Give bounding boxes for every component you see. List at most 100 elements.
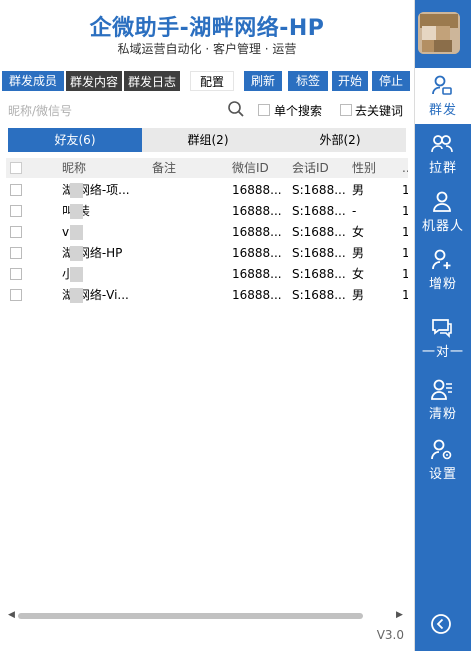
- row-checkbox[interactable]: [10, 268, 22, 280]
- cell-extra: 1: [402, 204, 408, 218]
- version-label: V3.0: [376, 628, 404, 642]
- cell-extra: 1: [402, 246, 408, 260]
- user-settings-icon: [431, 439, 452, 460]
- col-wxid[interactable]: 微信ID: [232, 158, 269, 178]
- sidebar-item-pull-group[interactable]: 拉群: [415, 126, 471, 182]
- keyword-label: 去关键词: [355, 104, 404, 118]
- table-row[interactable]: 湖 网络-项... 16888... S:1688... 男 1: [6, 180, 408, 201]
- cell-gender: 男: [352, 288, 365, 302]
- keyword-checkbox[interactable]: [340, 104, 352, 116]
- cell-session: S:1688...: [292, 288, 346, 302]
- search-input[interactable]: [6, 98, 250, 124]
- config-button[interactable]: 配置: [190, 71, 234, 91]
- chat-icon: [432, 319, 452, 338]
- tags-button[interactable]: 标签: [288, 71, 328, 91]
- group-icon: [431, 135, 453, 153]
- toolbar: 群发成员 群发内容 群发日志 配置 刷新 标签 开始 停止: [0, 68, 414, 92]
- table-row[interactable]: 小 16888... S:1688... 女 1: [6, 264, 408, 285]
- col-session[interactable]: 会话ID: [292, 158, 329, 178]
- cell-wxid: 16888...: [232, 288, 282, 302]
- main-panel: 企微助手-湖畔网络-HP 私域运营自动化 · 客户管理 · 运营 群发成员 群发…: [0, 0, 415, 651]
- tab-groups[interactable]: 群组(2): [142, 128, 274, 152]
- cell-session: S:1688...: [292, 246, 346, 260]
- user-broadcast-icon: [432, 75, 452, 95]
- tab-members[interactable]: 群发成员: [2, 71, 64, 91]
- cell-gender: 男: [352, 183, 365, 197]
- table-row[interactable]: v 16888... S:1688... 女 1: [6, 222, 408, 243]
- tab-log[interactable]: 群发日志: [124, 71, 180, 91]
- app-title: 企微助手-湖畔网络-HP: [89, 16, 325, 41]
- cell-session: S:1688...: [292, 267, 346, 281]
- cell-extra: 1: [402, 267, 408, 281]
- col-remark[interactable]: 备注: [152, 158, 176, 178]
- sidebar-label: 一对一: [421, 345, 464, 360]
- table-row[interactable]: 叫 装 16888... S:1688... -1: [6, 201, 408, 222]
- sidebar-label: 增粉: [428, 277, 457, 292]
- sidebar-label: 清粉: [428, 407, 457, 422]
- sidebar-item-robot[interactable]: 机器人: [415, 184, 471, 240]
- blurred-name-mask: [70, 225, 83, 240]
- row-checkbox[interactable]: [10, 205, 22, 217]
- search-row: 单个搜索 去关键词: [0, 96, 414, 124]
- app-subtitle: 私域运营自动化 · 客户管理 · 运营: [117, 42, 297, 56]
- blurred-name-mask: [70, 267, 83, 282]
- cell-extra: 1: [402, 183, 408, 197]
- row-checkbox[interactable]: [10, 184, 22, 196]
- sidebar: 群发 拉群 机器人 增粉 一对一 清粉 设置: [415, 0, 471, 651]
- sidebar-item-broadcast[interactable]: 群发: [415, 68, 471, 124]
- blurred-name-mask: [70, 183, 83, 198]
- table-row[interactable]: 湖 网络-HP 16888... S:1688... 男 1: [6, 243, 408, 264]
- collapse-icon[interactable]: [429, 612, 453, 636]
- cell-extra: 1: [402, 225, 408, 239]
- sidebar-item-settings[interactable]: 设置: [415, 432, 471, 488]
- cell-wxid: 16888...: [232, 267, 282, 281]
- cell-nickname: v: [62, 225, 70, 239]
- cell-wxid: 16888...: [232, 225, 282, 239]
- tab-friends[interactable]: 好友(6): [8, 128, 142, 152]
- cell-gender: 女: [352, 225, 365, 239]
- tab-external[interactable]: 外部(2): [274, 128, 406, 152]
- cell-gender: -: [352, 204, 357, 218]
- cell-session: S:1688...: [292, 204, 346, 218]
- cell-session: S:1688...: [292, 183, 346, 197]
- tab-content[interactable]: 群发内容: [66, 71, 122, 91]
- avatar[interactable]: [418, 12, 460, 54]
- cell-session: S:1688...: [292, 225, 346, 239]
- sidebar-label: 机器人: [421, 219, 464, 234]
- robot-user-icon: [433, 191, 451, 212]
- col-gender[interactable]: 性别: [352, 158, 376, 178]
- cell-wxid: 16888...: [232, 246, 282, 260]
- row-checkbox[interactable]: [10, 289, 22, 301]
- stop-button[interactable]: 停止: [372, 71, 410, 91]
- select-all-checkbox[interactable]: [10, 162, 22, 174]
- start-button[interactable]: 开始: [332, 71, 368, 91]
- scroll-left-icon[interactable]: ◀: [8, 610, 15, 620]
- table-header: 昵称 备注 微信ID 会话ID 性别 ...: [6, 158, 408, 178]
- row-checkbox[interactable]: [10, 247, 22, 259]
- sidebar-item-one-on-one[interactable]: 一对一: [415, 310, 471, 366]
- blurred-name-mask: [70, 288, 83, 303]
- search-icon[interactable]: [227, 100, 245, 118]
- single-search-label: 单个搜索: [274, 104, 323, 118]
- scroll-right-icon[interactable]: ▶: [396, 610, 403, 620]
- single-search-checkbox[interactable]: [258, 104, 270, 116]
- col-nickname[interactable]: 昵称: [62, 158, 86, 178]
- scroll-thumb[interactable]: [18, 613, 363, 619]
- refresh-button[interactable]: 刷新: [244, 71, 282, 91]
- horizontal-scrollbar[interactable]: ◀ ▶: [6, 609, 408, 623]
- cell-wxid: 16888...: [232, 183, 282, 197]
- contact-type-tabs: 好友(6) 群组(2) 外部(2): [8, 128, 406, 152]
- sidebar-item-add-fans[interactable]: 增粉: [415, 242, 471, 298]
- user-list-icon: [431, 379, 452, 400]
- app-header: 企微助手-湖畔网络-HP 私域运营自动化 · 客户管理 · 运营: [0, 0, 414, 66]
- sidebar-label: 拉群: [428, 161, 457, 176]
- contacts-table: 昵称 备注 微信ID 会话ID 性别 ... 湖 网络-项...16888...…: [6, 158, 408, 608]
- sidebar-item-clean-fans[interactable]: 清粉: [415, 372, 471, 428]
- cell-extra: 1: [402, 288, 408, 302]
- table-row[interactable]: 湖 网络-Vi... 16888... S:1688... 男 1: [6, 285, 408, 306]
- sidebar-label: 群发: [428, 103, 457, 118]
- col-more[interactable]: ...: [402, 158, 408, 178]
- sidebar-label: 设置: [428, 467, 457, 482]
- cell-gender: 女: [352, 267, 365, 281]
- row-checkbox[interactable]: [10, 226, 22, 238]
